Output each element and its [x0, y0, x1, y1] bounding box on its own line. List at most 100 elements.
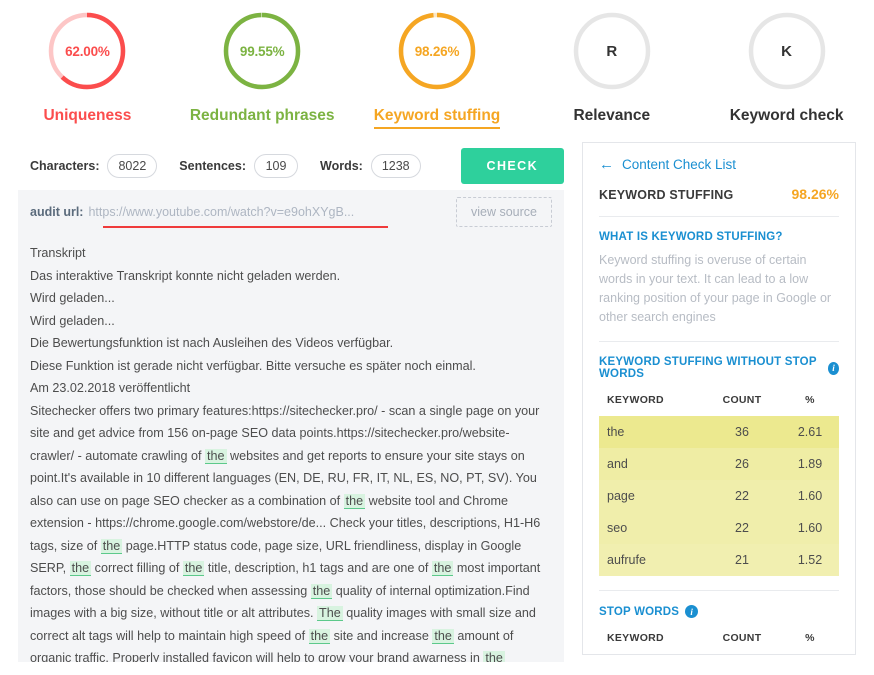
cell-count: 21	[735, 553, 749, 567]
transcript-body: Sitechecker offers two primary features:…	[30, 400, 552, 662]
gauge-label[interactable]: Redundant phrases	[190, 107, 335, 125]
gauge-ring: 98.26%	[396, 10, 478, 92]
gauge-letter: R	[606, 42, 618, 60]
gauge-value: 62.00%	[65, 43, 110, 59]
transcript-line: Das interaktive Transkript konnte nicht …	[30, 268, 341, 283]
characters-value: 8022	[107, 154, 158, 178]
stuffed-keyword: The	[317, 606, 343, 621]
back-label: Content Check List	[622, 157, 737, 172]
table-row: aufrufe 21 1.52	[599, 544, 839, 576]
gauge-keyword-check[interactable]: K Keyword check	[699, 10, 874, 125]
gauge-label[interactable]: Keyword stuffing	[373, 107, 501, 129]
gauge-value: 98.26%	[414, 43, 460, 59]
metric-title: KEYWORD STUFFING	[599, 188, 734, 202]
gauge-value: 99.55%	[239, 43, 285, 59]
view-source-button[interactable]: view source	[456, 197, 552, 227]
score-gauges: 62.00% Uniqueness 99.55% Redundant phrases 9…	[0, 0, 874, 142]
gauge-ring: 62.00%	[46, 10, 128, 92]
gauge-relevance[interactable]: R Relevance	[524, 10, 699, 125]
sentences-value: 109	[254, 154, 298, 178]
gauge-label[interactable]: Relevance	[573, 107, 650, 125]
cell-percent: 1.60	[797, 521, 823, 535]
transcript-line: Die Bewertungsfunktion ist nach Ausleihe…	[30, 336, 394, 350]
transcript-text-area[interactable]: Transkript Das interaktive Transkript kon…	[18, 234, 564, 662]
check-button[interactable]: CHECK	[460, 148, 564, 184]
table-header-row: KEYWORD COUNT %	[599, 626, 839, 654]
cell-keyword: page	[607, 489, 635, 503]
audit-url-link[interactable]: https://www.youtube.com/watch?v=e9ohXYgB…	[88, 205, 354, 219]
table-row: wird251.81	[599, 654, 839, 655]
transcript-line: Am 23.02.2018 veröffentlicht	[30, 381, 191, 395]
characters-label: Characters:	[30, 159, 100, 173]
transcript-text: correct filling of	[91, 561, 183, 575]
col-keyword: KEYWORD	[607, 632, 664, 644]
stat-characters: Characters: 8022	[30, 154, 158, 178]
stuffed-keyword: the	[432, 628, 454, 644]
gauge-ring: K	[746, 10, 828, 92]
stuffed-keyword: the	[310, 583, 333, 599]
cell-keyword: seo	[607, 521, 628, 535]
col-percent: %	[805, 632, 815, 644]
info-icon[interactable]: i	[685, 605, 699, 618]
words-label: Words:	[320, 159, 363, 173]
what-is-title: WHAT IS KEYWORD STUFFING?	[599, 231, 839, 243]
cell-keyword: the	[607, 425, 625, 439]
arrow-left-icon: ←	[599, 156, 614, 173]
back-to-content-check-list[interactable]: ← Content Check List	[599, 157, 839, 172]
cell-percent: 1.60	[797, 489, 823, 503]
cell-percent: 1.89	[797, 457, 823, 471]
right-column: ← Content Check List KEYWORD STUFFING 98…	[582, 142, 856, 662]
content-check-panel: ← Content Check List KEYWORD STUFFING 98…	[582, 142, 856, 655]
cell-percent: 1.81	[781, 654, 839, 655]
stuffed-keyword: the	[204, 448, 227, 464]
cell-count: 36	[735, 425, 749, 439]
transcript-line: Diese Funktion ist gerade nicht verfügba…	[30, 358, 476, 373]
stuffed-keyword: the	[308, 628, 331, 644]
gauge-uniqueness[interactable]: 62.00% Uniqueness	[0, 10, 175, 125]
stuffed-keyword: the	[343, 493, 366, 509]
cell-count: 22	[735, 489, 749, 503]
stop-words-table: KEYWORD COUNT % wird251.81in201.45	[599, 626, 839, 655]
cell-percent: 2.61	[797, 425, 823, 439]
gauge-redundant-phrases[interactable]: 99.55% Redundant phrases	[175, 10, 350, 125]
sentences-label: Sentences:	[179, 159, 246, 173]
what-is-title-text: WHAT IS KEYWORD STUFFING?	[599, 231, 783, 243]
stuffed-keyword: the	[69, 561, 92, 576]
stuffed-keyword: the	[483, 651, 505, 662]
sw-rows-body: wird251.81in201.45	[599, 654, 839, 655]
col-count: COUNT	[722, 632, 762, 644]
table-row: and 26 1.89	[599, 448, 839, 480]
stop-words-title-text: STOP WORDS	[599, 605, 680, 618]
gauge-keyword-stuffing[interactable]: 98.26% Keyword stuffing	[350, 10, 525, 129]
transcript-line: Wird geladen...	[30, 291, 115, 305]
stuffed-keyword: the	[431, 561, 454, 576]
stuffed-keyword: the	[100, 538, 123, 554]
info-icon[interactable]: i	[828, 361, 839, 375]
audit-url-label: audit url:	[30, 205, 84, 219]
metric-value: 98.26%	[791, 186, 839, 202]
col-keyword: KEYWORD	[607, 394, 664, 406]
url-highlight-underline	[103, 226, 388, 228]
what-is-description: Keyword stuffing is overuse of certain w…	[599, 251, 839, 342]
table-row: seo 22 1.60	[599, 512, 839, 544]
col-count: COUNT	[722, 394, 762, 406]
stat-words: Words: 1238	[320, 154, 421, 178]
cell-keyword: wird	[599, 654, 703, 655]
keyword-table-without-stop-words: KEYWORD COUNT % the 36 2.61 and 26 1.89 page 22…	[599, 388, 839, 576]
words-value: 1238	[370, 154, 421, 178]
metric-header: KEYWORD STUFFING 98.26%	[599, 186, 839, 217]
transcript-line: Wird geladen...	[30, 313, 115, 328]
col-percent: %	[805, 394, 815, 406]
transcript-text: site and increase	[330, 628, 433, 643]
gauge-ring: R	[571, 10, 653, 92]
gauge-label[interactable]: Keyword check	[730, 107, 844, 125]
table-header-row: KEYWORD COUNT %	[599, 388, 839, 416]
stop-words-title: STOP WORDS i	[599, 605, 839, 618]
stop-words-divider	[599, 590, 839, 591]
audit-url-row: audit url: https://www.youtube.com/watch…	[18, 190, 564, 234]
stuffed-keyword: the	[182, 561, 205, 576]
gauge-label[interactable]: Uniqueness	[43, 107, 131, 125]
transcript-line: Transkript	[30, 246, 86, 260]
left-column: Characters: 8022 Sentences: 109 Words: 1…	[18, 142, 564, 662]
gauge-letter: K	[781, 42, 792, 60]
